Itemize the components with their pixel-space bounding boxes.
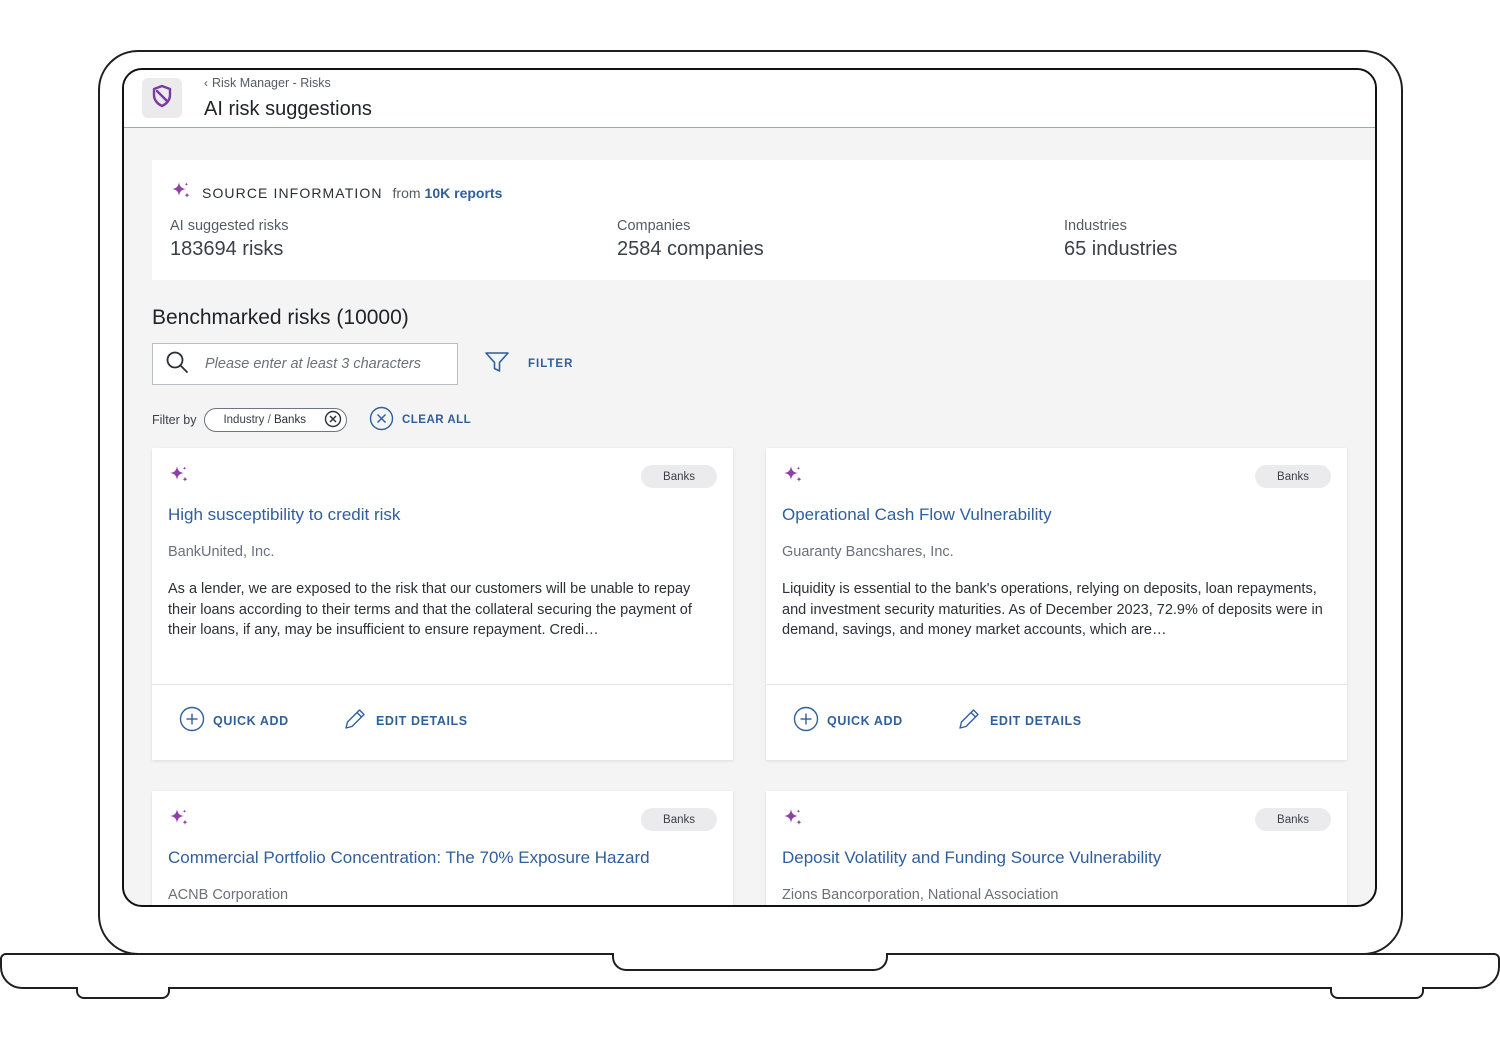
filter-by-label: Filter by <box>152 413 197 427</box>
benchmarked-risks-title: Benchmarked risks (10000) <box>152 306 409 329</box>
laptop-notch <box>612 953 888 971</box>
shield-icon <box>151 84 173 113</box>
edit-details-button[interactable]: EDIT DETAILS <box>342 706 468 735</box>
filter-button[interactable]: FILTER <box>484 350 573 377</box>
breadcrumb-label: Risk Manager - Risks <box>212 76 331 90</box>
edit-details-label: EDIT DETAILS <box>990 713 1082 728</box>
sparkle-icon <box>168 807 190 834</box>
chip-key: Industry <box>223 414 265 426</box>
source-info-panel: SOURCE INFORMATION from 10K reports AI s… <box>152 160 1375 280</box>
stat-ai-suggested-risks: AI suggested risks 183694 risks <box>170 218 288 261</box>
stat-label: Companies <box>617 218 691 234</box>
laptop-foot-left <box>76 987 170 999</box>
chip-separator: / <box>267 414 271 426</box>
breadcrumb[interactable]: ‹ Risk Manager - Risks <box>204 76 331 90</box>
risk-card[interactable]: Banks Commercial Portfolio Concentration… <box>152 791 733 905</box>
filter-label: FILTER <box>528 357 574 370</box>
quick-add-button[interactable]: QUICK ADD <box>793 706 903 735</box>
active-filters: Filter by Industry / Banks CLEAR ALL <box>152 406 471 434</box>
risk-title[interactable]: High susceptibility to credit risk <box>168 505 400 525</box>
sparkle-icon <box>782 464 804 491</box>
quick-add-label: QUICK ADD <box>827 713 903 728</box>
close-circle-icon <box>369 406 394 434</box>
company-name: Zions Bancorporation, National Associati… <box>782 887 1059 903</box>
pencil-icon <box>956 706 982 735</box>
clear-all-button[interactable]: CLEAR ALL <box>369 406 471 434</box>
industry-badge: Banks <box>641 465 717 488</box>
stat-industries: Industries 65 industries <box>1064 218 1177 261</box>
clear-all-label: CLEAR ALL <box>401 414 472 426</box>
card-divider <box>152 684 733 685</box>
company-name: Guaranty Bancshares, Inc. <box>782 544 954 560</box>
stat-label: Industries <box>1064 218 1127 234</box>
risk-title[interactable]: Operational Cash Flow Vulnerability <box>782 505 1052 525</box>
industry-badge: Banks <box>641 808 717 831</box>
risk-description: As a lender, we are exposed to the risk … <box>168 581 692 638</box>
chip-text: Industry / Banks <box>223 414 306 426</box>
risk-description: Liquidity is essential to the bank's ope… <box>782 581 1323 638</box>
remove-chip-icon[interactable] <box>324 410 342 431</box>
risk-title[interactable]: Deposit Volatility and Funding Source Vu… <box>782 848 1161 868</box>
app-logo[interactable] <box>142 78 182 118</box>
edit-details-button[interactable]: EDIT DETAILS <box>956 706 1082 735</box>
source-info-title: SOURCE INFORMATION from 10K reports <box>170 180 502 205</box>
sparkle-icon <box>170 180 192 205</box>
search-box[interactable] <box>152 343 458 385</box>
search-icon <box>165 350 189 379</box>
risk-card[interactable]: Banks High susceptibility to credit risk… <box>152 448 733 760</box>
edit-details-label: EDIT DETAILS <box>376 713 468 728</box>
risk-card[interactable]: Banks Operational Cash Flow Vulnerabilit… <box>766 448 1347 760</box>
risk-title[interactable]: Commercial Portfolio Concentration: The … <box>168 848 650 868</box>
page-title: AI risk suggestions <box>204 98 372 120</box>
company-name: BankUnited, Inc. <box>168 544 275 560</box>
sparkle-icon <box>782 807 804 834</box>
stat-label: AI suggested risks <box>170 218 289 234</box>
laptop-foot-right <box>1330 987 1424 999</box>
plus-circle-icon <box>793 706 819 735</box>
pencil-icon <box>342 706 368 735</box>
stat-value: 183694 risks <box>170 238 284 260</box>
company-name: ACNB Corporation <box>168 887 289 903</box>
chip-value: Banks <box>273 414 306 426</box>
filter-icon <box>484 350 510 377</box>
app-header: ‹ Risk Manager - Risks AI risk suggestio… <box>124 70 1375 128</box>
industry-badge: Banks <box>1255 465 1331 488</box>
card-divider <box>766 684 1347 685</box>
source-info-heading: SOURCE INFORMATION <box>202 184 383 201</box>
quick-add-label: QUICK ADD <box>213 713 289 728</box>
risk-card[interactable]: Banks Deposit Volatility and Funding Sou… <box>766 791 1347 905</box>
source-from-text: from <box>392 184 421 201</box>
quick-add-button[interactable]: QUICK ADD <box>179 706 289 735</box>
chevron-left-icon: ‹ <box>204 76 208 90</box>
stat-companies: Companies 2584 companies <box>617 218 764 261</box>
sparkle-icon <box>168 464 190 491</box>
industry-badge: Banks <box>1255 808 1331 831</box>
source-10k-reports-link[interactable]: 10K reports <box>425 185 503 201</box>
filter-chip-industry-banks[interactable]: Industry / Banks <box>204 408 347 432</box>
plus-circle-icon <box>179 706 205 735</box>
screen: ‹ Risk Manager - Risks AI risk suggestio… <box>122 68 1377 907</box>
search-input[interactable] <box>205 356 445 372</box>
stat-value: 2584 companies <box>617 238 764 260</box>
stat-value: 65 industries <box>1064 238 1178 260</box>
